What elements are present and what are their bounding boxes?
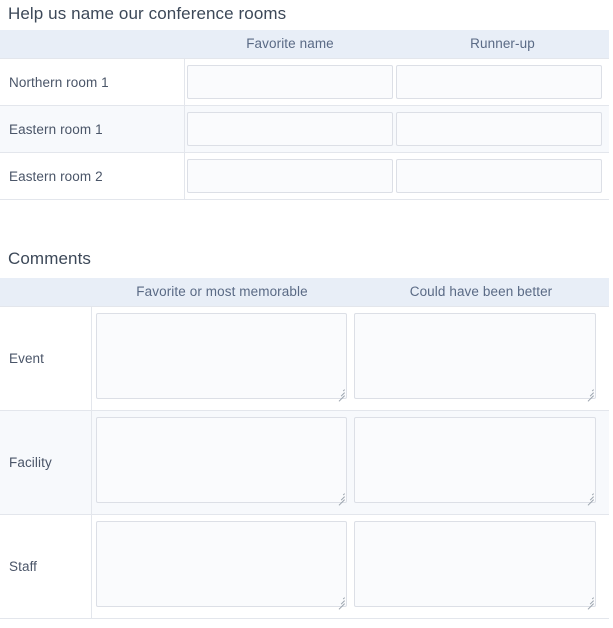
comments-cell-favorite-facility [91, 410, 353, 515]
table-row: Staff [0, 514, 609, 619]
textarea-wrapper [353, 313, 596, 402]
rooms-cell-favorite-0 [184, 58, 396, 106]
rooms-header-corner [0, 30, 184, 59]
survey-page: Help us name our conference rooms Favori… [0, 0, 613, 628]
rooms-header-favorite-name: Favorite name [184, 30, 396, 59]
favorite-name-input-northern-room-1[interactable] [186, 65, 393, 99]
favorite-memorable-textarea-staff[interactable] [95, 521, 347, 607]
runner-up-input-eastern-room-1[interactable] [396, 112, 602, 146]
rooms-cell-favorite-2 [184, 152, 396, 200]
rooms-header-row: Favorite name Runner-up [0, 30, 609, 59]
comments-row-label-facility: Facility [0, 410, 92, 515]
comments-header-favorite-memorable: Favorite or most memorable [91, 278, 353, 307]
comments-cell-favorite-staff [91, 514, 353, 619]
could-be-better-textarea-event[interactable] [354, 313, 596, 399]
comments-section-title: Comments [8, 249, 91, 268]
rooms-header-runner-up: Runner-up [396, 30, 609, 59]
rooms-table-body: Northern room 1 Eastern room 1 Eastern r… [0, 58, 609, 200]
rooms-cell-favorite-1 [184, 105, 396, 153]
rooms-cell-runnerup-2 [396, 152, 609, 200]
comments-cell-favorite-event [91, 306, 353, 411]
favorite-memorable-textarea-facility[interactable] [95, 417, 347, 503]
rooms-table-head: Favorite name Runner-up [0, 30, 609, 59]
rooms-cell-runnerup-0 [396, 58, 609, 106]
textarea-wrapper [92, 521, 347, 610]
comments-header-row: Favorite or most memorable Could have be… [0, 278, 609, 307]
conference-rooms-table: Favorite name Runner-up Northern room 1 … [0, 30, 609, 200]
runner-up-input-northern-room-1[interactable] [396, 65, 602, 99]
rooms-section-title: Help us name our conference rooms [8, 4, 287, 23]
table-row: Eastern room 2 [0, 152, 609, 200]
comments-cell-better-staff [353, 514, 609, 619]
table-row: Event [0, 306, 609, 411]
comments-header-corner [0, 278, 91, 307]
comments-table-body: Event Facility Staff [0, 306, 609, 619]
favorite-name-input-eastern-room-1[interactable] [186, 112, 393, 146]
favorite-memorable-textarea-event[interactable] [95, 313, 347, 399]
could-be-better-textarea-facility[interactable] [354, 417, 596, 503]
table-row: Facility [0, 410, 609, 515]
textarea-wrapper [92, 313, 347, 402]
textarea-wrapper [92, 417, 347, 506]
could-be-better-textarea-staff[interactable] [354, 521, 596, 607]
comments-row-label-staff: Staff [0, 514, 92, 619]
favorite-name-input-eastern-room-2[interactable] [186, 159, 393, 193]
textarea-wrapper [353, 417, 596, 506]
comments-table-head: Favorite or most memorable Could have be… [0, 278, 609, 307]
table-row: Eastern room 1 [0, 105, 609, 153]
table-row: Northern room 1 [0, 58, 609, 106]
rooms-row-label-northern-room-1: Northern room 1 [0, 58, 185, 106]
comments-cell-better-event [353, 306, 609, 411]
textarea-wrapper [353, 521, 596, 610]
rooms-cell-runnerup-1 [396, 105, 609, 153]
runner-up-input-eastern-room-2[interactable] [396, 159, 602, 193]
rooms-row-label-eastern-room-2: Eastern room 2 [0, 152, 185, 200]
comments-header-could-be-better: Could have been better [353, 278, 609, 307]
comments-row-label-event: Event [0, 306, 92, 411]
comments-table: Favorite or most memorable Could have be… [0, 278, 609, 619]
rooms-row-label-eastern-room-1: Eastern room 1 [0, 105, 185, 153]
comments-cell-better-facility [353, 410, 609, 515]
